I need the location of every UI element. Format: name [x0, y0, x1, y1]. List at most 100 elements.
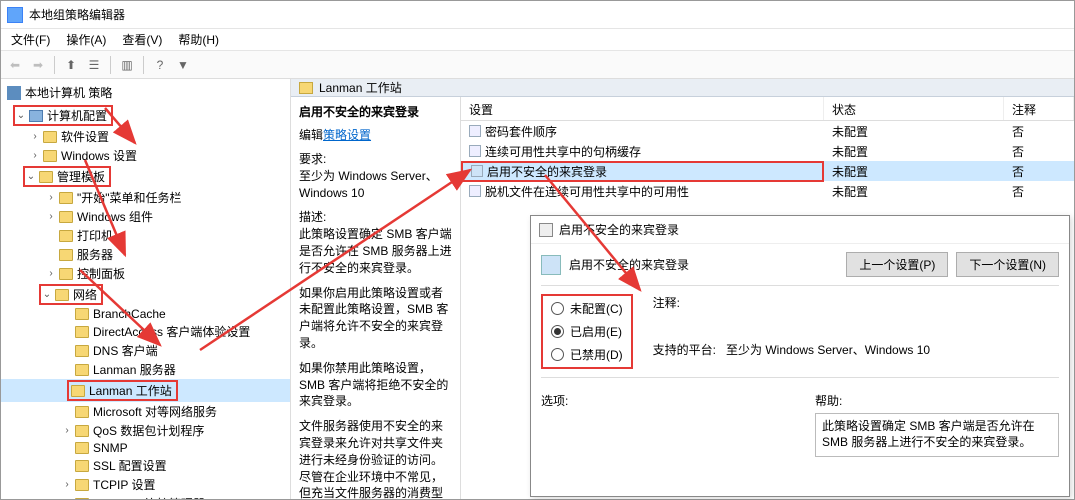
folder-icon	[75, 442, 89, 454]
tree-item-printers[interactable]: 打印机	[1, 226, 290, 245]
tree-label: QoS 数据包计划程序	[93, 422, 204, 439]
menu-action[interactable]: 操作(A)	[58, 29, 114, 50]
tree-label: 打印机	[77, 227, 113, 244]
menu-view[interactable]: 查看(V)	[114, 29, 170, 50]
content-header-title: Lanman 工作站	[319, 79, 402, 96]
tree-label: BranchCache	[93, 307, 166, 321]
tree-item-win-conn-mgr[interactable]: Windows 连接管理器	[1, 494, 290, 499]
radio-label: 未配置(C)	[570, 300, 623, 317]
tree-item-software[interactable]: ›软件设置	[1, 127, 290, 146]
tree-item-control-panel[interactable]: ›控制面板	[1, 264, 290, 283]
forward-button[interactable]: ➡	[28, 55, 48, 75]
folder-icon	[75, 479, 89, 491]
tree-label: Windows 组件	[77, 208, 153, 225]
tree-item-start-menu[interactable]: ›"开始"菜单和任务栏	[1, 188, 290, 207]
tree-item-ms-peer[interactable]: Microsoft 对等网络服务	[1, 402, 290, 421]
tree-item-lanman-server[interactable]: Lanman 服务器	[1, 360, 290, 379]
tree-item-servers[interactable]: 服务器	[1, 245, 290, 264]
tree-pane: 本地计算机 策略 ⌄ 计算机配置 ›软件设置 ›Windows 设置 ⌄ 管理模…	[1, 79, 291, 499]
tree-item-branchcache[interactable]: BranchCache	[1, 306, 290, 322]
expander-icon[interactable]: ⌄	[15, 110, 27, 121]
list-header: 设置 状态 注释	[461, 97, 1074, 121]
show-hide-button[interactable]: ☰	[84, 55, 104, 75]
setting-comment: 否	[1004, 183, 1074, 200]
tree-item-qos[interactable]: ›QoS 数据包计划程序	[1, 421, 290, 440]
edit-policy-link[interactable]: 策略设置	[323, 128, 371, 142]
radio-enabled[interactable]: 已启用(E)	[551, 323, 623, 340]
radio-disabled[interactable]: 已禁用(D)	[551, 346, 623, 363]
policy-dialog[interactable]: 启用不安全的来宾登录 启用不安全的来宾登录 上一个设置(P) 下一个设置(N) …	[530, 215, 1070, 497]
tree-item-admin-templates[interactable]: ⌄ 管理模板	[1, 165, 290, 188]
window-titlebar[interactable]: 本地组策略编辑器	[1, 1, 1074, 29]
folder-icon	[299, 82, 313, 94]
tree-item-tcpip[interactable]: ›TCPIP 设置	[1, 475, 290, 494]
tree-item-snmp[interactable]: SNMP	[1, 440, 290, 456]
tree-item-lanman-workstation[interactable]: Lanman 工作站	[1, 379, 290, 402]
menubar: 文件(F) 操作(A) 查看(V) 帮助(H)	[1, 29, 1074, 51]
req-text: 至少为 Windows Server、Windows 10	[299, 169, 438, 200]
tree-item-ssl[interactable]: SSL 配置设置	[1, 456, 290, 475]
folder-icon	[71, 385, 85, 397]
radio-not-configured[interactable]: 未配置(C)	[551, 300, 623, 317]
tree-label: DirectAccess 客户端体验设置	[93, 323, 250, 340]
export-button[interactable]: ▥	[117, 55, 137, 75]
policy-icon	[469, 145, 481, 157]
tree-item-network[interactable]: ⌄ 网络	[1, 283, 290, 306]
next-setting-button[interactable]: 下一个设置(N)	[956, 252, 1059, 277]
list-item[interactable]: 密码套件顺序 未配置 否	[461, 121, 1074, 141]
prev-setting-button[interactable]: 上一个设置(P)	[846, 252, 948, 277]
tree-root-label: 本地计算机 策略	[25, 84, 112, 101]
window-title: 本地组策略编辑器	[29, 6, 125, 23]
platform-value: 至少为 Windows Server、Windows 10	[726, 341, 930, 358]
list-item-selected[interactable]: 启用不安全的来宾登录 未配置 否	[461, 161, 1074, 181]
policy-icon	[469, 125, 481, 137]
policy-icon	[541, 255, 561, 275]
computer-icon	[7, 86, 21, 100]
computer-icon	[29, 110, 43, 122]
policy-icon	[471, 165, 483, 177]
tree-label: 软件设置	[61, 128, 109, 145]
col-comment[interactable]: 注释	[1004, 97, 1074, 120]
tree-item-windows-settings[interactable]: ›Windows 设置	[1, 146, 290, 165]
tree-label: Microsoft 对等网络服务	[93, 403, 217, 420]
col-setting[interactable]: 设置	[461, 97, 824, 120]
desc-p4: 文件服务器使用不安全的来宾登录来允许对共享文件夹进行未经身份验证的访问。尽管在企…	[299, 418, 452, 499]
gear-icon	[539, 223, 553, 237]
tree-root[interactable]: 本地计算机 策略	[1, 81, 290, 104]
setting-name: 密码套件顺序	[485, 123, 557, 140]
tree-label: SNMP	[93, 441, 128, 455]
tree-item-dns-client[interactable]: DNS 客户端	[1, 341, 290, 360]
help-label: 帮助:	[815, 392, 1059, 409]
menu-help[interactable]: 帮助(H)	[170, 29, 227, 50]
tree-label: Windows 连接管理器	[93, 495, 205, 499]
req-label: 要求:	[299, 152, 326, 166]
folder-icon	[75, 326, 89, 338]
folder-icon	[75, 425, 89, 437]
list-item[interactable]: 连续可用性共享中的句柄缓存 未配置 否	[461, 141, 1074, 161]
list-item[interactable]: 脱机文件在连续可用性共享中的可用性 未配置 否	[461, 181, 1074, 201]
help-button[interactable]: ?	[150, 55, 170, 75]
folder-icon	[43, 150, 57, 162]
tree-item-win-components[interactable]: ›Windows 组件	[1, 207, 290, 226]
desc-label: 描述:	[299, 210, 326, 224]
menu-file[interactable]: 文件(F)	[3, 29, 58, 50]
help-text-box[interactable]: 此策略设置确定 SMB 客户端是否允许在 SMB 服务器上进行不安全的来宾登录。	[815, 413, 1059, 457]
setting-state: 未配置	[824, 123, 1004, 140]
platform-label: 支持的平台:	[653, 341, 716, 358]
folder-icon	[55, 289, 69, 301]
col-state[interactable]: 状态	[824, 97, 1004, 120]
back-button[interactable]: ⬅	[5, 55, 25, 75]
dialog-titlebar[interactable]: 启用不安全的来宾登录	[531, 216, 1069, 244]
tree-item-directaccess[interactable]: DirectAccess 客户端体验设置	[1, 322, 290, 341]
setting-comment: 否	[1004, 123, 1074, 140]
tree-label: 计算机配置	[47, 107, 107, 124]
setting-name: 脱机文件在连续可用性共享中的可用性	[485, 183, 689, 200]
up-button[interactable]: ⬆	[61, 55, 81, 75]
options-label: 选项:	[541, 392, 785, 409]
tree-label: SSL 配置设置	[93, 457, 167, 474]
tree-item-computer-config[interactable]: ⌄ 计算机配置	[1, 104, 290, 127]
folder-icon	[75, 498, 89, 500]
folder-icon	[59, 192, 73, 204]
filter-button[interactable]: ▼	[173, 55, 193, 75]
toolbar-sep3	[143, 56, 144, 74]
